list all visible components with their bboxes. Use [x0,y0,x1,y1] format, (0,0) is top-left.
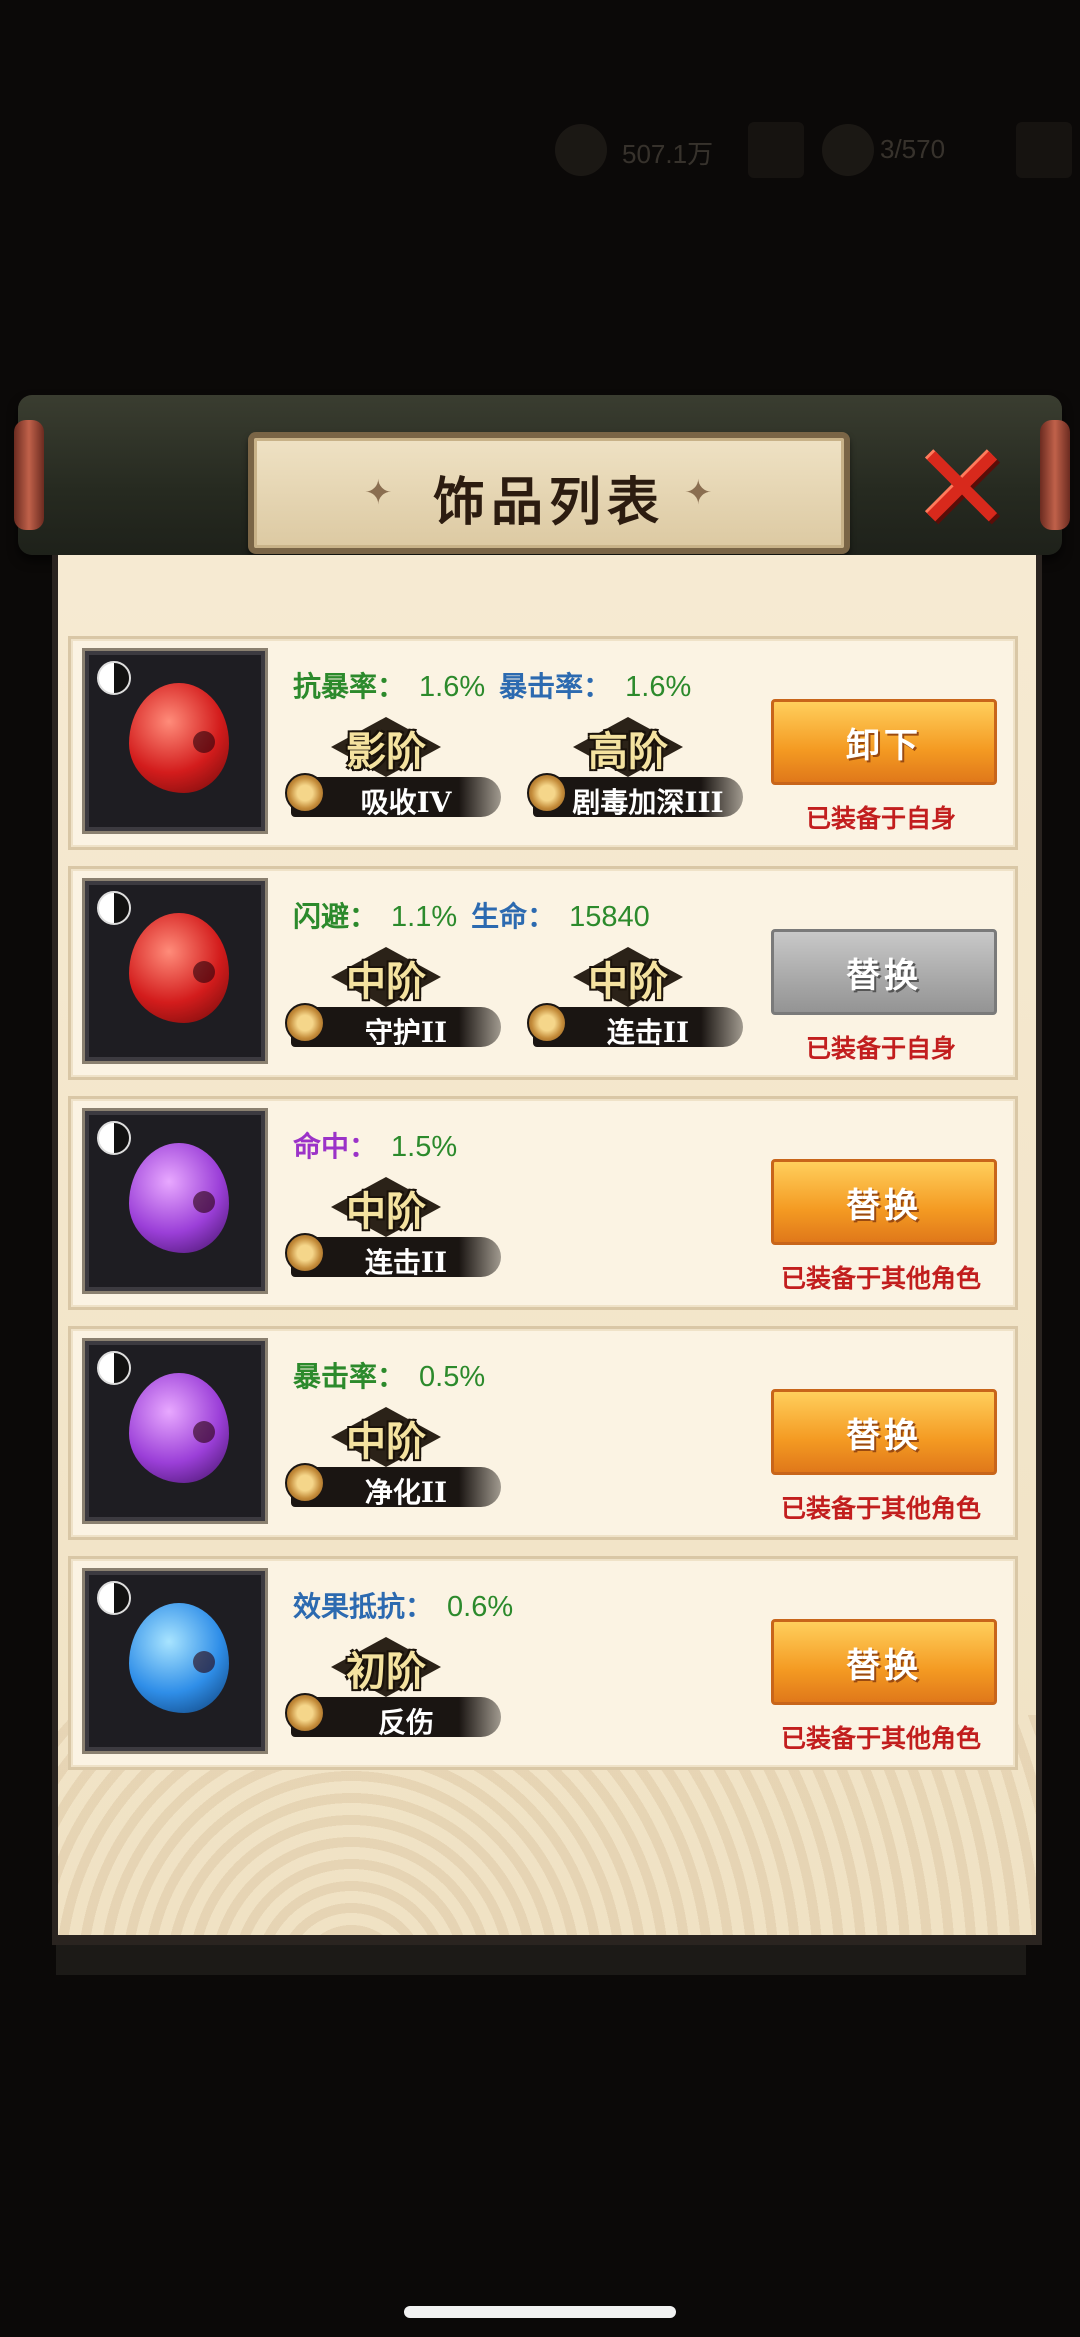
replace-button[interactable]: 替换 [771,929,997,1015]
skill-tier: 中阶 [588,958,668,1005]
skill-name: 吸收IV [360,786,452,819]
soul-orb-icon [129,683,229,793]
skill-name: 剧毒加深III [572,786,724,819]
accessory-icon[interactable] [85,1571,265,1751]
stat-line: 命中： 1.5% [293,1125,471,1165]
soul-orb-icon [129,1143,229,1253]
accessory-card[interactable]: 命中： 1.5% 中阶连击II 替换已装备于其他角色 [68,1096,1018,1310]
stat-value: 15840 [569,901,650,933]
capacity-value: 3/570 [880,134,946,164]
skill-tier: 中阶 [346,1188,426,1235]
stat-line: 闪避： 1.1% 生命： 15840 [293,895,664,935]
accessory-icon[interactable] [85,651,265,831]
replace-button[interactable]: 替换 [771,1159,997,1245]
skill-badge: 中阶守护II [285,947,501,1057]
skill-name: 净化II [364,1476,448,1509]
stat-line: 暴击率： 0.5% [293,1355,499,1395]
close-button[interactable]: ✕ [911,420,1013,559]
skill-tier: 影阶 [346,728,426,775]
title-plaque: ✦ 饰品列表 ✦ [248,432,850,554]
page-title: 饰品列表 [432,472,665,533]
stat-label: 效果抵抗： [293,1590,434,1623]
swirl-icon [285,1233,325,1273]
shuriken-icon: ✦ [684,473,713,513]
equip-status: 已装备于其他角色 [780,1264,981,1293]
yin-yang-icon [97,1351,131,1385]
scroll-bottom-rod [56,1945,1026,1975]
replace-button[interactable]: 替换 [771,1389,997,1475]
equip-status: 已装备于其他角色 [780,1724,981,1753]
skill-name: 反伤 [377,1706,434,1739]
scroll-rod-right [1040,420,1070,530]
swirl-icon [285,1693,325,1733]
add-coins-button[interactable] [748,122,804,178]
scroll-rod-left [14,420,44,530]
soul-orb-icon [129,913,229,1023]
stat-value: 0.5% [419,1361,486,1393]
skill-badge: 初阶反伤 [285,1637,501,1747]
add-capacity-button[interactable] [1016,122,1072,178]
swirl-icon [285,1003,325,1043]
skill-tier: 中阶 [346,1418,426,1465]
skill-badge: 高阶剧毒加深III [527,717,743,827]
coin-icon [555,124,607,176]
equip-status: 已装备于自身 [805,804,956,833]
swirl-icon [285,773,325,813]
close-icon: ✕ [911,420,1013,559]
stat-value: 1.6% [419,671,486,703]
equip-status: 已装备于其他角色 [780,1494,981,1523]
stat-label: 生命： [471,900,556,933]
swirl-icon [527,1003,567,1043]
replace-button[interactable]: 替换 [771,1619,997,1705]
soul-orb-icon [129,1603,229,1713]
skill-badge: 中阶连击II [285,1177,501,1287]
stat-label: 暴击率： [293,1360,406,1393]
stat-label: 暴击率： [499,670,612,703]
swirl-icon [527,773,567,813]
accessory-icon[interactable] [85,881,265,1061]
swirl-icon [285,1463,325,1503]
skill-badge: 影阶吸收IV [285,717,501,827]
bag-icon [822,124,874,176]
stat-value: 1.1% [391,901,458,933]
stat-label: 抗暴率： [293,670,406,703]
skill-name: 连击II [364,1246,448,1279]
skill-badge: 中阶净化II [285,1407,501,1517]
stat-value: 1.6% [625,671,692,703]
accessory-icon[interactable] [85,1341,265,1521]
yin-yang-icon [97,661,131,695]
skill-name: 守护II [364,1016,448,1049]
equip-status: 已装备于自身 [805,1034,956,1063]
stat-line: 效果抵抗： 0.6% [293,1585,527,1625]
stat-line: 抗暴率： 1.6% 暴击率： 1.6% [293,665,705,705]
yin-yang-icon [97,891,131,925]
skill-badge: 中阶连击II [527,947,743,1057]
accessory-card[interactable]: 效果抵抗： 0.6% 初阶反伤 替换已装备于其他角色 [68,1556,1018,1770]
accessory-card[interactable]: 抗暴率： 1.6% 暴击率： 1.6% 影阶 吸收IV 高阶 剧毒加深III 卸下 已装备于自身 [68,636,1018,850]
skill-name: 连击II [606,1016,690,1049]
skill-tier: 中阶 [346,958,426,1005]
home-indicator[interactable] [404,2306,676,2318]
stat-value: 0.6% [447,1591,514,1623]
stat-label: 闪避： [293,900,378,933]
coins-value: 507.1万 [622,139,714,169]
yin-yang-icon [97,1121,131,1155]
stat-value: 1.5% [391,1131,458,1163]
soul-orb-icon [129,1373,229,1483]
skill-tier: 高阶 [588,728,668,775]
stat-label: 命中： [293,1130,378,1163]
skill-tier: 初阶 [346,1648,426,1695]
accessory-card[interactable]: 闪避： 1.1% 生命： 15840 中阶 守护II 中阶 连击II 替换 已装备于自身 [68,866,1018,1080]
accessory-icon[interactable] [85,1111,265,1291]
yin-yang-icon [97,1581,131,1615]
accessory-card[interactable]: 暴击率： 0.5% 中阶净化II 替换已装备于其他角色 [68,1326,1018,1540]
unequip-button[interactable]: 卸下 [771,699,997,785]
resource-hud: 507.1万 3/570 [0,120,1080,180]
